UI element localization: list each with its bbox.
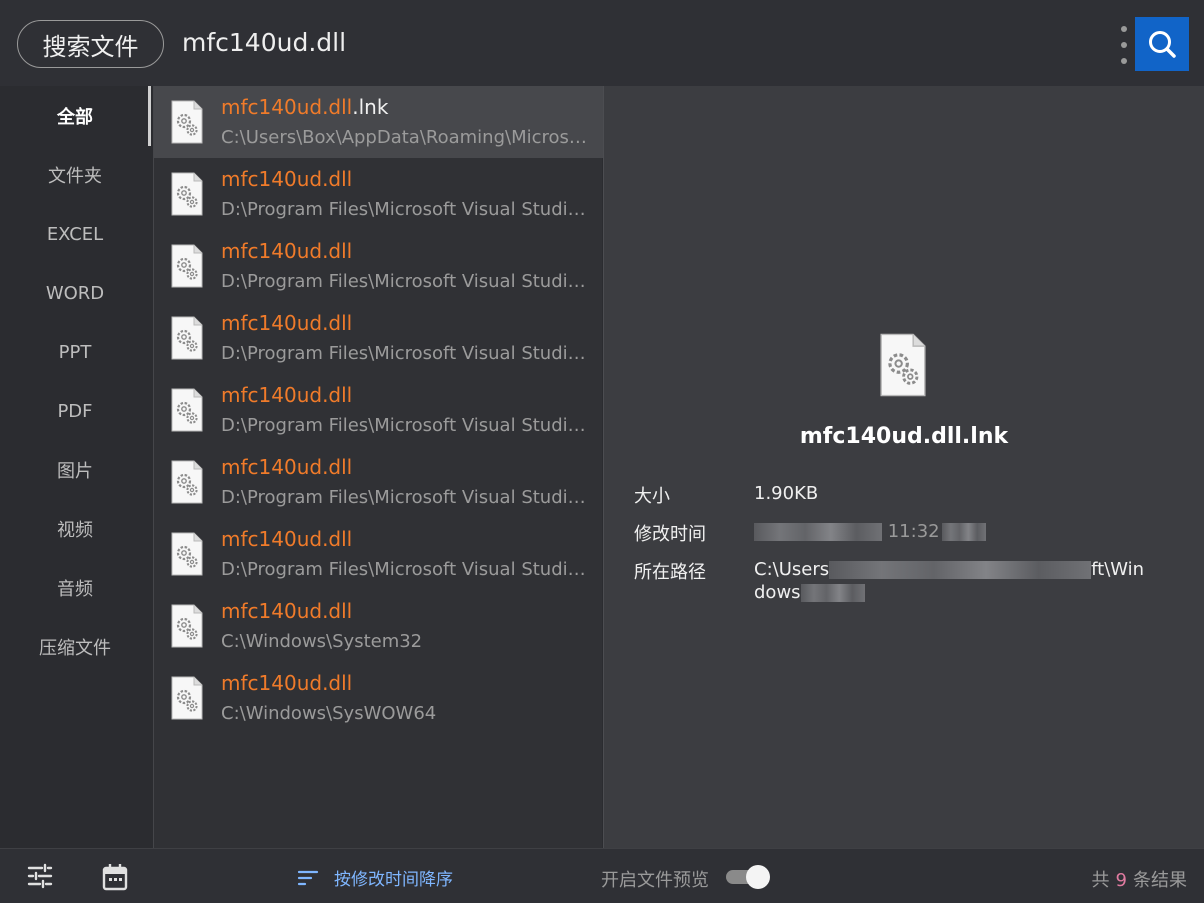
modified-value: 11:32 (754, 520, 1170, 543)
result-row[interactable]: mfc140ud.dll.lnk C:\Users\Box\AppData\Ro… (154, 86, 603, 158)
dll-file-gear-icon (171, 388, 203, 432)
result-path: D:\Program Files\Microsoft Visual Studio… (221, 559, 589, 580)
result-filename: mfc140ud.dll (221, 599, 353, 623)
sort-label: 按修改时间降序 (334, 870, 453, 890)
result-row[interactable]: mfc140ud.dll D:\Program Files\Microsoft … (154, 158, 603, 230)
sidebar-item-video[interactable]: 视频 (0, 509, 150, 549)
result-row[interactable]: mfc140ud.dll C:\Windows\SysWOW64 (154, 662, 603, 734)
search-icon (1149, 31, 1176, 58)
result-path: C:\Windows\System32 (221, 631, 423, 652)
sliders-icon[interactable] (27, 863, 53, 889)
file-preview-panel: mfc140ud.dll.lnk 大小 1.90KB 修改时间 11:32 所在… (603, 86, 1204, 848)
result-path: D:\Program Files\Microsoft Visual Studio… (221, 487, 589, 508)
result-path: C:\Windows\SysWOW64 (221, 703, 437, 724)
more-vertical-icon[interactable] (1114, 26, 1134, 64)
path-value: C:\Users ft\Win dows (754, 559, 1145, 603)
sort-button[interactable]: 按修改时间降序 (296, 865, 453, 890)
result-filename: mfc140ud.dll (221, 455, 353, 479)
result-row[interactable]: mfc140ud.dll D:\Program Files\Microsoft … (154, 230, 603, 302)
preview-toggle-label: 开启文件预览 (601, 870, 709, 891)
dll-file-gear-icon (171, 172, 203, 216)
dll-file-gear-icon (171, 316, 203, 360)
sidebar-item-audio[interactable]: 音频 (0, 568, 150, 608)
result-filename: mfc140ud.dll (221, 383, 353, 407)
result-path: D:\Program Files\Microsoft Visual Studio… (221, 415, 589, 436)
sidebar-item-word[interactable]: WORD (0, 273, 150, 313)
result-filename: mfc140ud.dll (221, 239, 353, 263)
result-row[interactable]: mfc140ud.dll D:\Program Files\Microsoft … (154, 446, 603, 518)
result-count: 共 9 条结果 (1091, 870, 1187, 891)
search-input[interactable]: mfc140ud.dll (182, 28, 346, 57)
result-filename: mfc140ud.dll (221, 311, 353, 335)
dll-file-gear-icon (879, 333, 927, 397)
result-row[interactable]: mfc140ud.dll D:\Program Files\Microsoft … (154, 518, 603, 590)
dll-file-gear-icon (171, 244, 203, 288)
sidebar-item-excel[interactable]: EXCEL (0, 214, 150, 254)
sidebar-item-all[interactable]: 全部 (0, 96, 150, 136)
modified-label: 修改时间 (634, 524, 706, 545)
sidebar-item-ppt[interactable]: PPT (0, 332, 150, 372)
toggle-knob (746, 865, 770, 889)
result-filename: mfc140ud.dll (221, 671, 353, 695)
dll-file-gear-icon (171, 604, 203, 648)
dll-file-gear-icon (171, 100, 203, 144)
dll-file-gear-icon (171, 676, 203, 720)
result-path: D:\Program Files\Microsoft Visual Studio… (221, 343, 589, 364)
result-filename: mfc140ud.dll.lnk (221, 95, 389, 119)
search-button[interactable] (1135, 17, 1189, 71)
category-sidebar: 全部 文件夹 EXCEL WORD PPT PDF 图片 视频 音频 压缩文件 (0, 86, 151, 848)
result-row[interactable]: mfc140ud.dll D:\Program Files\Microsoft … (154, 302, 603, 374)
result-path: D:\Program Files\Microsoft Visual Studio… (221, 271, 589, 292)
size-value: 1.90KB (754, 483, 819, 504)
preview-filename: mfc140ud.dll.lnk (799, 424, 1009, 449)
calendar-icon[interactable] (102, 863, 128, 891)
result-path: D:\Program Files\Microsoft Visual Studio… (221, 199, 589, 220)
footer-bar: 按修改时间降序 开启文件预览 共 9 条结果 (0, 848, 1204, 903)
dll-file-gear-icon (171, 460, 203, 504)
dll-file-gear-icon (171, 532, 203, 576)
result-row[interactable]: mfc140ud.dll D:\Program Files\Microsoft … (154, 374, 603, 446)
sidebar-item-images[interactable]: 图片 (0, 450, 150, 490)
sort-lines-icon (297, 870, 319, 885)
sidebar-item-archive[interactable]: 压缩文件 (0, 627, 150, 667)
sidebar-item-pdf[interactable]: PDF (0, 391, 150, 431)
result-filename: mfc140ud.dll (221, 167, 353, 191)
size-label: 大小 (634, 486, 670, 507)
header-bar: 搜索文件 mfc140ud.dll (0, 0, 1204, 86)
results-list: mfc140ud.dll.lnk C:\Users\Box\AppData\Ro… (153, 86, 603, 848)
result-path: C:\Users\Box\AppData\Roaming\Microsoft\W… (221, 127, 589, 148)
preview-toggle[interactable] (726, 865, 770, 889)
sidebar-item-folder[interactable]: 文件夹 (0, 155, 150, 195)
result-filename: mfc140ud.dll (221, 527, 353, 551)
result-row[interactable]: mfc140ud.dll C:\Windows\System32 (154, 590, 603, 662)
path-label: 所在路径 (634, 562, 706, 583)
search-scope-button[interactable]: 搜索文件 (17, 20, 164, 68)
